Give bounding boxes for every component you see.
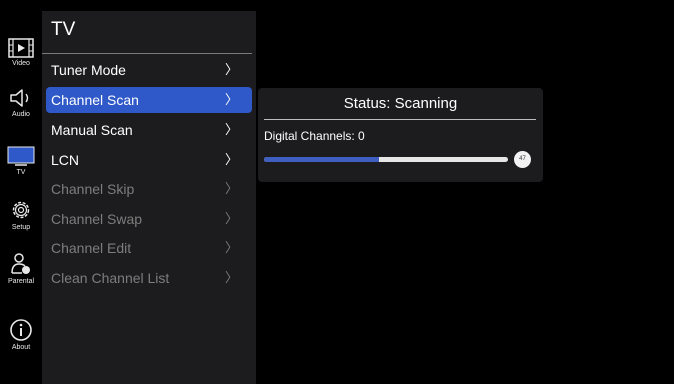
user-lock-icon bbox=[11, 253, 30, 274]
rail-item-parental[interactable]: Parental bbox=[0, 252, 42, 286]
menu-item-label: LCN bbox=[51, 152, 80, 168]
film-icon bbox=[8, 38, 34, 58]
menu-item-manual-scan[interactable]: Manual Scan 〉 bbox=[46, 117, 252, 143]
menu-item-channel-edit[interactable]: Channel Edit 〉 bbox=[46, 235, 252, 261]
category-rail: Video Audio TV Setup Parental About bbox=[0, 0, 42, 384]
menu-item-label: Channel Swap bbox=[51, 211, 143, 227]
menu-item-channel-swap[interactable]: Channel Swap 〉 bbox=[46, 206, 252, 232]
chevron-right-icon: 〉 bbox=[224, 62, 238, 77]
scan-status-popup: Status: Scanning Digital Channels: 0 47 bbox=[258, 88, 543, 182]
scan-progress-bar bbox=[264, 157, 508, 162]
menu-item-label: Manual Scan bbox=[51, 122, 133, 138]
rail-item-video[interactable]: Video bbox=[0, 38, 42, 68]
menu-divider bbox=[42, 53, 252, 54]
speaker-icon bbox=[10, 89, 29, 107]
menu-item-tuner-mode[interactable]: Tuner Mode 〉 bbox=[46, 57, 252, 83]
menu-item-label: Channel Edit bbox=[51, 240, 132, 256]
menu-title: TV bbox=[51, 19, 76, 40]
chevron-right-icon: 〉 bbox=[224, 270, 238, 285]
rail-label: TV bbox=[16, 169, 26, 176]
scan-status-title: Status: Scanning bbox=[343, 95, 458, 112]
rail-item-tv[interactable]: TV bbox=[0, 145, 42, 177]
digital-channels-count: Digital Channels: 0 bbox=[264, 129, 365, 143]
rail-label: Audio bbox=[12, 111, 30, 118]
rail-label: About bbox=[11, 344, 31, 351]
rail-item-about[interactable]: About bbox=[0, 318, 42, 352]
menu-item-channel-skip[interactable]: Channel Skip 〉 bbox=[46, 176, 252, 202]
monitor-icon bbox=[7, 146, 35, 166]
chevron-right-icon: 〉 bbox=[224, 92, 238, 107]
chevron-right-icon: 〉 bbox=[224, 240, 238, 255]
scan-progress-percent: 47 bbox=[514, 151, 531, 168]
menu-item-label: Channel Scan bbox=[51, 92, 139, 108]
scan-progress-fill bbox=[264, 157, 379, 162]
chevron-right-icon: 〉 bbox=[224, 152, 238, 167]
rail-label: Setup bbox=[11, 224, 31, 231]
chevron-right-icon: 〉 bbox=[224, 211, 238, 226]
menu-item-lcn[interactable]: LCN 〉 bbox=[46, 147, 252, 173]
tv-settings-screen: Video Audio TV Setup Parental About TV T… bbox=[0, 0, 674, 384]
chevron-right-icon: 〉 bbox=[224, 181, 238, 196]
menu-item-label: Clean Channel List bbox=[51, 270, 170, 286]
rail-label: Video bbox=[12, 60, 30, 67]
menu-item-clean-channel-list[interactable]: Clean Channel List 〉 bbox=[46, 265, 252, 291]
chevron-right-icon: 〉 bbox=[224, 122, 238, 137]
rail-label: Parental bbox=[7, 278, 35, 285]
menu-item-label: Channel Skip bbox=[51, 181, 135, 197]
menu-item-label: Tuner Mode bbox=[51, 62, 126, 78]
rail-item-audio[interactable]: Audio bbox=[0, 87, 42, 119]
rail-item-setup[interactable]: Setup bbox=[0, 198, 42, 232]
popup-divider bbox=[264, 119, 536, 120]
tv-menu-panel: TV Tuner Mode 〉 Channel Scan 〉 Manual Sc… bbox=[42, 11, 256, 384]
menu-item-channel-scan[interactable]: Channel Scan 〉 bbox=[46, 87, 252, 113]
info-icon bbox=[10, 319, 32, 341]
gear-icon bbox=[12, 201, 30, 219]
